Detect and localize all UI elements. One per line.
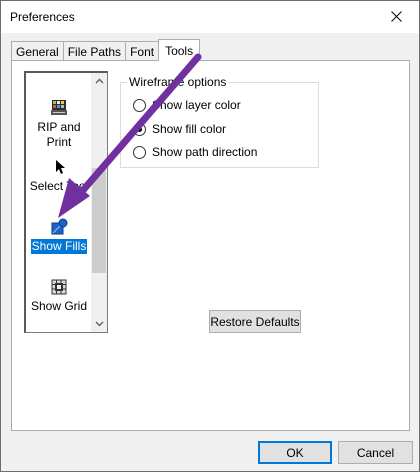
- list-scrollbar[interactable]: [91, 73, 107, 332]
- radio-button[interactable]: [133, 98, 146, 112]
- group-legend: Wireframe options: [127, 75, 229, 89]
- tools-panel: RIP and Print Select Tool Show Fills Sho…: [11, 60, 410, 431]
- chevron-up-icon: [95, 78, 103, 84]
- radio-show-path-direction[interactable]: Show path direction: [133, 145, 257, 159]
- list-item-show-grid[interactable]: Show Grid: [26, 278, 92, 314]
- radio-label: Show layer color: [152, 98, 241, 112]
- restore-defaults-button[interactable]: Restore Defaults: [209, 310, 301, 333]
- list-item-label: RIP and: [37, 120, 81, 134]
- radio-button[interactable]: [133, 145, 146, 159]
- scroll-up-button[interactable]: [91, 73, 107, 89]
- window-title: Preferences: [10, 10, 75, 24]
- close-button[interactable]: [373, 1, 419, 32]
- cursor-arrow-icon: [56, 160, 65, 174]
- tab-strip: General File Paths Font Tools: [11, 39, 201, 61]
- tool-listbox[interactable]: RIP and Print Select Tool Show Fills Sho…: [24, 71, 108, 333]
- cancel-button[interactable]: Cancel: [338, 441, 413, 464]
- ok-button[interactable]: OK: [258, 441, 332, 464]
- list-item-label: Select Tool: [29, 179, 89, 193]
- title-bar: Preferences: [1, 1, 419, 33]
- preferences-dialog: Preferences General File Paths Font Tool…: [0, 0, 420, 472]
- radio-show-layer-color[interactable]: Show layer color: [133, 98, 241, 112]
- wireframe-options-group: Wireframe options Show layer color Show …: [120, 75, 319, 168]
- radio-label: Show fill color: [152, 122, 227, 136]
- tab-tools[interactable]: Tools: [158, 39, 201, 61]
- tool-list-items: RIP and Print Select Tool Show Fills Sho…: [26, 73, 92, 332]
- tab-general[interactable]: General: [11, 41, 64, 61]
- rip-print-icon: [51, 100, 67, 115]
- list-item-label: Show Fills: [30, 239, 88, 254]
- list-item-rip-and-print[interactable]: RIP and Print: [26, 99, 92, 150]
- chevron-down-icon: [95, 321, 103, 327]
- radio-button[interactable]: [133, 122, 146, 136]
- list-item-show-fills[interactable]: Show Fills: [26, 218, 92, 254]
- tab-font[interactable]: Font: [125, 41, 160, 61]
- list-item-label: Show Grid: [30, 299, 88, 313]
- tab-file-paths[interactable]: File Paths: [62, 41, 127, 61]
- grid-icon: [51, 279, 67, 295]
- radio-show-fill-color[interactable]: Show fill color: [133, 122, 226, 136]
- scroll-thumb[interactable]: [92, 168, 106, 273]
- scroll-down-button[interactable]: [91, 316, 107, 332]
- list-item-label: Print: [46, 135, 72, 149]
- radio-label: Show path direction: [152, 145, 258, 159]
- fill-shape-icon: [51, 218, 68, 235]
- close-icon: [390, 11, 402, 22]
- list-item-select-tool[interactable]: Select Tool: [26, 158, 92, 194]
